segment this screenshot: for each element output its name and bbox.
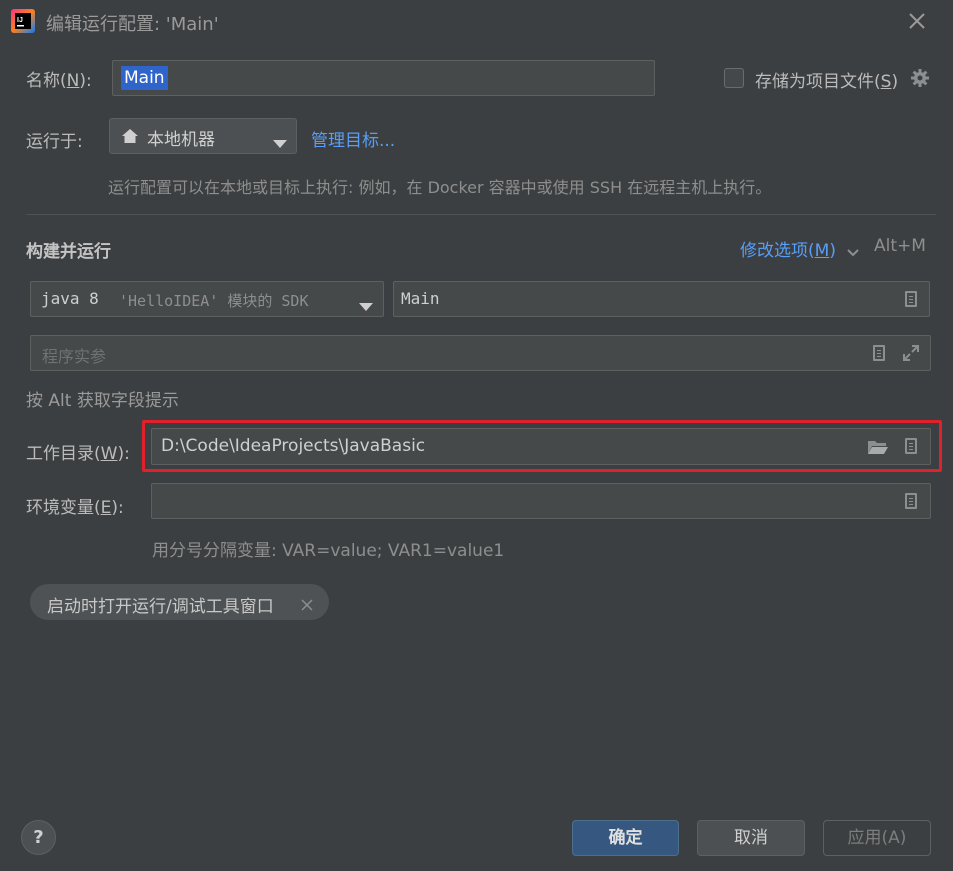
help-icon: ? [33,827,44,848]
window-title: 编辑运行配置: 'Main' [46,14,219,35]
document-icon[interactable] [905,438,917,454]
help-button[interactable]: ? [21,820,56,855]
program-args-placeholder: 程序实参 [42,347,107,366]
sdk-dropdown[interactable]: java 8 'HelloIDEA' 模块的 SDK [30,281,384,317]
expand-icon[interactable] [902,344,920,367]
sdk-detail: 'HelloIDEA' 模块的 SDK [119,292,309,310]
run-on-dropdown[interactable]: 本地机器 [109,118,297,154]
close-icon[interactable] [301,596,313,616]
name-input-value: Main [121,66,168,90]
run-on-label: 运行于: [26,132,83,152]
manage-targets-link[interactable]: 管理目标... [311,126,395,151]
modify-options-shortcut: Alt+M [874,236,926,256]
program-args-input[interactable]: 程序实参 [30,335,931,371]
store-as-project-file-label[interactable]: 存储为项目文件(S) [755,67,898,92]
document-icon[interactable] [905,291,917,307]
app-icon: IJ [11,9,35,33]
working-directory-value: D:\Code\IdeaProjects\JavaBasic [161,436,426,456]
main-class-value: Main [401,289,440,308]
close-icon[interactable] [906,10,928,32]
open-tool-window-chip[interactable]: 启动时打开运行/调试工具窗口 [30,584,329,620]
env-vars-hint: 用分号分隔变量: VAR=value; VAR1=value1 [152,541,505,561]
chevron-down-icon [359,296,373,316]
name-input[interactable]: Main [112,60,655,96]
apply-button[interactable]: 应用(A) [823,820,931,856]
modify-options-link[interactable]: 修改选项(M) [740,236,836,261]
folder-icon[interactable] [867,438,889,461]
separator [26,214,936,215]
env-vars-input[interactable] [151,483,931,519]
chip-label: 启动时打开运行/调试工具窗口 [47,597,274,617]
chevron-down-icon[interactable] [847,242,859,262]
run-on-hint: 运行配置可以在本地或目标上执行: 例如，在 Docker 容器中或使用 SSH … [108,178,772,197]
document-icon[interactable] [905,493,917,509]
working-directory-label: 工作目录(W): [26,444,130,464]
store-checkbox[interactable] [724,68,744,88]
run-on-selected: 本地机器 [147,130,215,150]
cancel-button[interactable]: 取消 [697,820,805,856]
svg-text:IJ: IJ [17,17,23,24]
chevron-down-icon [273,133,287,153]
gear-icon[interactable] [910,68,930,88]
env-vars-label: 环境变量(E): [26,498,124,518]
name-label: 名称(N): [26,71,92,91]
build-and-run-title: 构建并运行 [26,242,111,262]
document-icon[interactable] [873,345,885,361]
home-icon [121,128,139,149]
ok-button[interactable]: 确定 [572,820,679,856]
sdk-main: java 8 [41,289,99,308]
working-directory-input[interactable]: D:\Code\IdeaProjects\JavaBasic [151,428,931,465]
alt-hint: 按 Alt 获取字段提示 [26,391,179,411]
main-class-input[interactable]: Main [393,281,930,317]
